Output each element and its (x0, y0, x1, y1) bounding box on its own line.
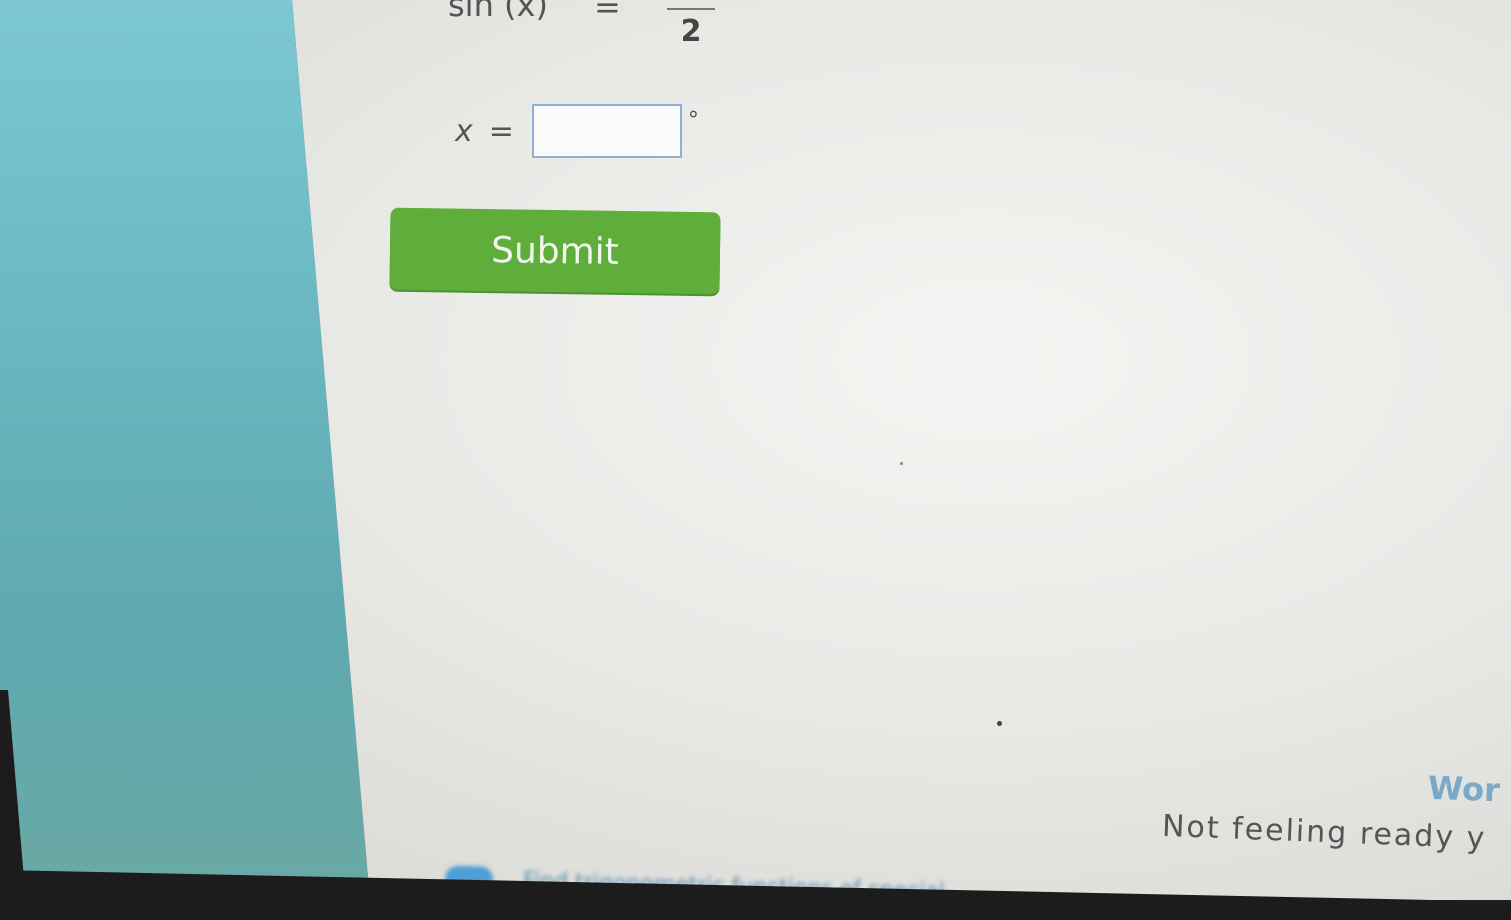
screen: sin (x) = 2 x = ° Submit Wor Not feeling… (0, 0, 1511, 920)
answer-row: x = ° (455, 100, 699, 162)
equation-equals: = (594, 0, 621, 26)
degree-unit: ° (687, 108, 699, 133)
equation-fraction: 2 (666, 0, 716, 49)
submit-button[interactable]: Submit (389, 207, 721, 295)
fraction-bar (667, 8, 715, 10)
answer-equals: = (488, 113, 514, 149)
screen-speck (900, 462, 903, 465)
work-it-out-link[interactable]: Wor (1427, 769, 1500, 809)
screen-speck (997, 721, 1002, 726)
fraction-denominator: 2 (680, 14, 702, 49)
answer-input[interactable] (531, 104, 682, 158)
answer-variable: x (455, 113, 473, 149)
equation-lhs: sin (x) (448, 0, 548, 24)
